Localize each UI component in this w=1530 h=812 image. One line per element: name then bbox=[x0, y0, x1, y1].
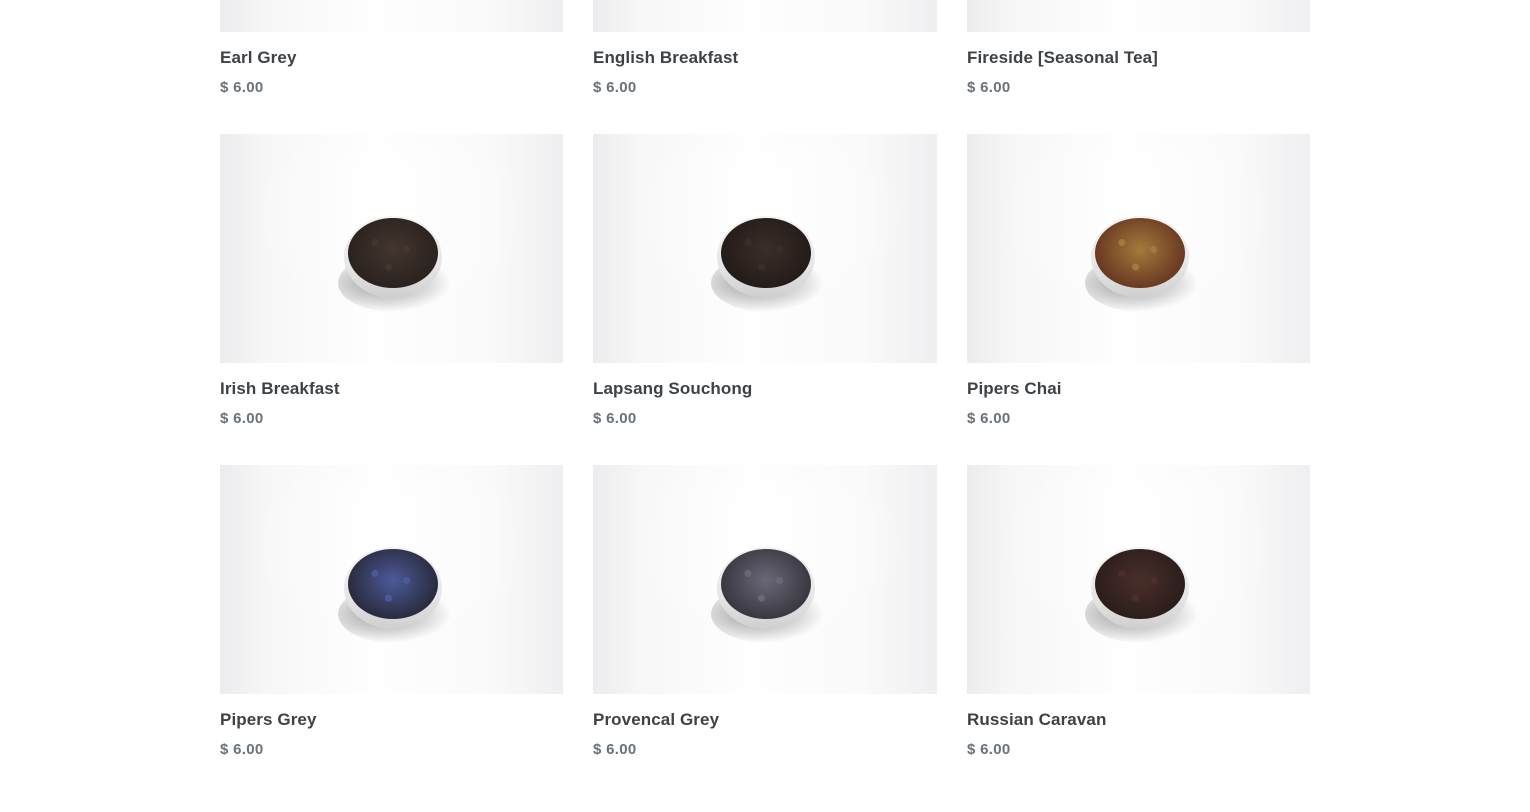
product-title[interactable]: Pipers Grey bbox=[220, 710, 563, 730]
product-image[interactable] bbox=[593, 465, 937, 694]
product-card[interactable]: Earl Grey $ 6.00 bbox=[220, 0, 563, 134]
product-price: $ 6.00 bbox=[593, 410, 637, 427]
product-card[interactable]: Provencal Grey $ 6.00 bbox=[593, 465, 937, 796]
product-title[interactable]: Earl Grey bbox=[220, 48, 563, 68]
product-image[interactable] bbox=[593, 0, 937, 32]
product-image[interactable] bbox=[967, 0, 1310, 32]
product-price: $ 6.00 bbox=[967, 79, 1011, 96]
tea-leaves bbox=[348, 218, 438, 288]
product-price: $ 6.00 bbox=[220, 79, 264, 96]
product-image[interactable] bbox=[967, 134, 1310, 363]
product-title[interactable]: Irish Breakfast bbox=[220, 379, 563, 399]
product-title[interactable]: Lapsang Souchong bbox=[593, 379, 937, 399]
product-grid: Earl Grey $ 6.00 English Breakfast $ 6.0… bbox=[220, 0, 1310, 796]
product-title[interactable]: Russian Caravan bbox=[967, 710, 1310, 730]
product-image[interactable] bbox=[220, 465, 563, 694]
product-title[interactable]: Fireside [Seasonal Tea] bbox=[967, 48, 1310, 68]
tea-leaves bbox=[1095, 549, 1185, 619]
product-card[interactable]: Pipers Chai $ 6.00 bbox=[967, 134, 1310, 465]
product-card[interactable]: Fireside [Seasonal Tea] $ 6.00 bbox=[967, 0, 1310, 134]
product-card[interactable]: Russian Caravan $ 6.00 bbox=[967, 465, 1310, 796]
product-card[interactable]: Pipers Grey $ 6.00 bbox=[220, 465, 563, 796]
tea-leaves bbox=[348, 549, 438, 619]
product-price: $ 6.00 bbox=[967, 410, 1011, 427]
product-card[interactable]: English Breakfast $ 6.00 bbox=[593, 0, 937, 134]
product-card[interactable]: Lapsang Souchong $ 6.00 bbox=[593, 134, 937, 465]
product-title[interactable]: Provencal Grey bbox=[593, 710, 937, 730]
product-price: $ 6.00 bbox=[593, 741, 637, 758]
product-title[interactable]: English Breakfast bbox=[593, 48, 937, 68]
product-price: $ 6.00 bbox=[220, 410, 264, 427]
product-image[interactable] bbox=[593, 134, 937, 363]
product-image[interactable] bbox=[220, 0, 563, 32]
product-image[interactable] bbox=[967, 465, 1310, 694]
tea-leaves bbox=[1095, 218, 1185, 288]
product-card[interactable]: Irish Breakfast $ 6.00 bbox=[220, 134, 563, 465]
tea-leaves bbox=[721, 549, 811, 619]
tea-leaves bbox=[721, 218, 811, 288]
product-title[interactable]: Pipers Chai bbox=[967, 379, 1310, 399]
product-price: $ 6.00 bbox=[220, 741, 264, 758]
product-image[interactable] bbox=[220, 134, 563, 363]
product-price: $ 6.00 bbox=[593, 79, 637, 96]
product-price: $ 6.00 bbox=[967, 741, 1011, 758]
